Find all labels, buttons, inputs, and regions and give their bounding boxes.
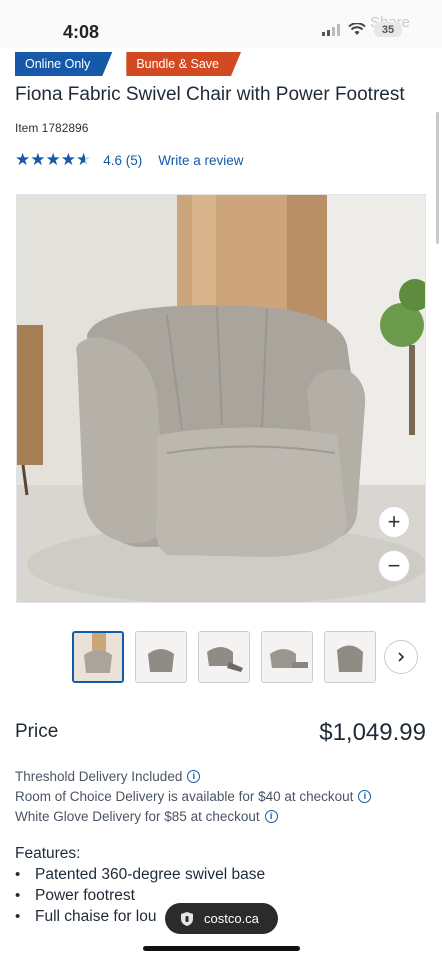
rating-value[interactable]: 4.6 (5) — [103, 153, 142, 168]
home-indicator[interactable] — [143, 946, 300, 951]
star-icon: ★ — [45, 150, 61, 169]
features-title: Features: — [15, 845, 81, 862]
thumbnail-3[interactable] — [198, 631, 250, 683]
delivery-white-glove-text: White Glove Delivery for $85 at checkout — [15, 808, 260, 824]
bundle-save-badge[interactable]: Bundle & Save — [126, 52, 241, 76]
feature-text: Power footrest — [35, 886, 135, 904]
delivery-line: White Glove Delivery for $85 at checkout… — [15, 806, 371, 826]
price-value: $1,049.99 — [319, 719, 426, 746]
star-icon: ★ — [15, 150, 31, 169]
info-icon[interactable]: i — [358, 789, 372, 803]
status-time: 4:08 — [63, 22, 100, 42]
zoom-in-button[interactable]: + — [378, 506, 410, 538]
browser-url-bar[interactable]: costco.ca — [165, 903, 278, 934]
thumbnail-next-button[interactable] — [384, 640, 418, 674]
url-text: costco.ca — [204, 911, 259, 926]
thumbnail-strip — [72, 631, 376, 683]
chair-photo — [17, 195, 425, 602]
delivery-room-text: Room of Choice Delivery is available for… — [15, 788, 354, 804]
product-title: Fiona Fabric Swivel Chair with Power Foo… — [15, 84, 405, 105]
zoom-out-button[interactable]: − — [378, 550, 410, 582]
status-icons: 35 — [322, 22, 402, 37]
status-bar: 4:08 Share 35 — [0, 0, 442, 48]
thumbnail-4[interactable] — [261, 631, 313, 683]
battery-indicator: 35 — [374, 22, 402, 37]
product-image[interactable]: + − — [16, 194, 426, 603]
wifi-icon — [348, 23, 366, 35]
info-icon[interactable]: i — [187, 769, 201, 783]
thumbnail-1[interactable] — [72, 631, 124, 683]
delivery-info: Threshold Delivery Included i Room of Ch… — [15, 766, 372, 826]
plus-icon: + — [387, 509, 401, 534]
shield-icon — [181, 911, 193, 926]
star-icon: ★ — [30, 150, 46, 169]
feature-text: Full chaise for lou — [35, 907, 157, 925]
feature-text: Patented 360-degree swivel base — [35, 865, 266, 883]
delivery-threshold-text: Threshold Delivery Included — [15, 768, 183, 784]
price-label: Price — [15, 721, 59, 742]
rating-row: ★ ★ ★ ★ ★ 4.6 (5) Write a review — [15, 151, 244, 169]
chevron-right-icon — [398, 652, 405, 662]
star-half-icon: ★ — [76, 150, 92, 169]
list-item: • Patented 360-degree swivel base — [15, 865, 266, 884]
thumbnail-5[interactable] — [324, 631, 376, 683]
write-review-link[interactable]: Write a review — [158, 153, 243, 168]
scrollbar[interactable] — [436, 112, 439, 244]
delivery-line: Threshold Delivery Included i — [15, 766, 371, 786]
badge-row: Online Only Bundle & Save — [15, 52, 241, 76]
signal-icon — [322, 23, 340, 36]
star-icon: ★ — [60, 150, 76, 169]
thumbnail-2[interactable] — [135, 631, 187, 683]
info-icon[interactable]: i — [264, 809, 278, 823]
item-number: Item 1782896 — [15, 121, 89, 135]
rating-stars[interactable]: ★ ★ ★ ★ ★ — [15, 151, 91, 169]
minus-icon: − — [387, 553, 401, 578]
delivery-line: Room of Choice Delivery is available for… — [15, 786, 372, 806]
online-only-badge: Online Only — [15, 52, 112, 76]
